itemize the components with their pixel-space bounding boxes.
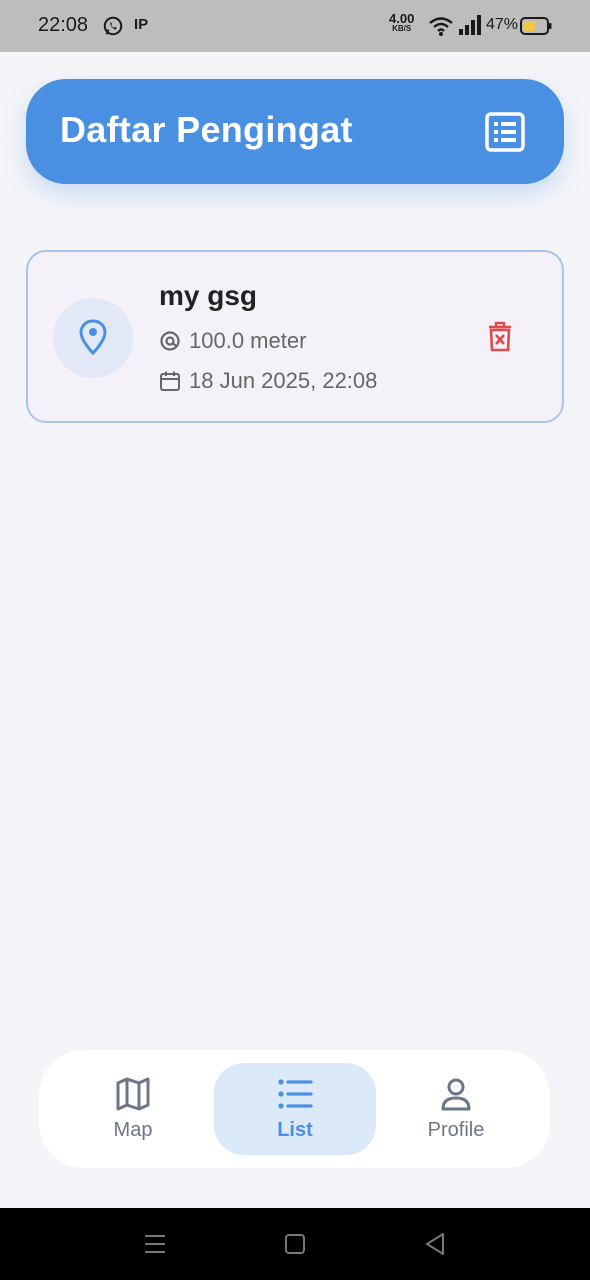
app-header: Daftar Pengingat <box>26 79 564 184</box>
reminder-card[interactable]: my gsg 100.0 meter 18 Jun 2025, 22:08 <box>26 250 564 423</box>
home-icon[interactable] <box>281 1230 309 1258</box>
reminder-title: my gsg <box>159 280 258 311</box>
battery-percent: 47% <box>486 16 519 33</box>
system-nav-bar <box>0 1208 590 1280</box>
calendar-icon <box>160 371 180 391</box>
network-speed: 4.00 KB/S <box>389 11 415 34</box>
wifi-icon <box>429 17 453 36</box>
reminder-datetime: 18 Jun 2025, 22:08 <box>189 368 378 393</box>
battery-icon <box>520 17 552 35</box>
nav-label-list: List <box>277 1119 313 1141</box>
signal-icon <box>459 15 481 35</box>
location-pin-avatar <box>53 298 133 378</box>
nav-item-map[interactable]: Map <box>52 1063 214 1155</box>
radius-at-icon <box>160 331 180 351</box>
person-icon <box>441 1078 471 1111</box>
speed-unit: KB/S <box>392 24 412 33</box>
location-pin-icon <box>79 319 107 356</box>
back-icon[interactable] <box>421 1230 449 1258</box>
delete-icon[interactable] <box>483 320 517 354</box>
nav-label-profile: Profile <box>427 1119 485 1141</box>
menu-icon[interactable] <box>141 1230 169 1258</box>
map-icon <box>116 1077 150 1111</box>
bottom-nav: Map List Profile <box>39 1050 550 1168</box>
nav-item-list[interactable]: List <box>214 1063 376 1155</box>
whatsapp-icon <box>103 16 123 36</box>
nav-item-profile[interactable]: Profile <box>375 1063 537 1155</box>
reminder-date-row: 18 Jun 2025, 22:08 <box>159 368 377 394</box>
reminder-radius: 100.0 meter <box>189 328 307 353</box>
status-bar: 22:08 IP 4.00 KB/S 47% <box>0 0 590 52</box>
list-icon <box>278 1079 313 1109</box>
page-title: Daftar Pengingat <box>60 109 353 150</box>
speed-value: 4.00 <box>389 11 415 26</box>
status-ip-label: IP <box>134 16 149 33</box>
reminder-radius-row: 100.0 meter <box>159 328 306 354</box>
list-document-icon[interactable] <box>484 111 526 153</box>
nav-label-map: Map <box>113 1119 153 1141</box>
status-time: 22:08 <box>38 14 89 36</box>
